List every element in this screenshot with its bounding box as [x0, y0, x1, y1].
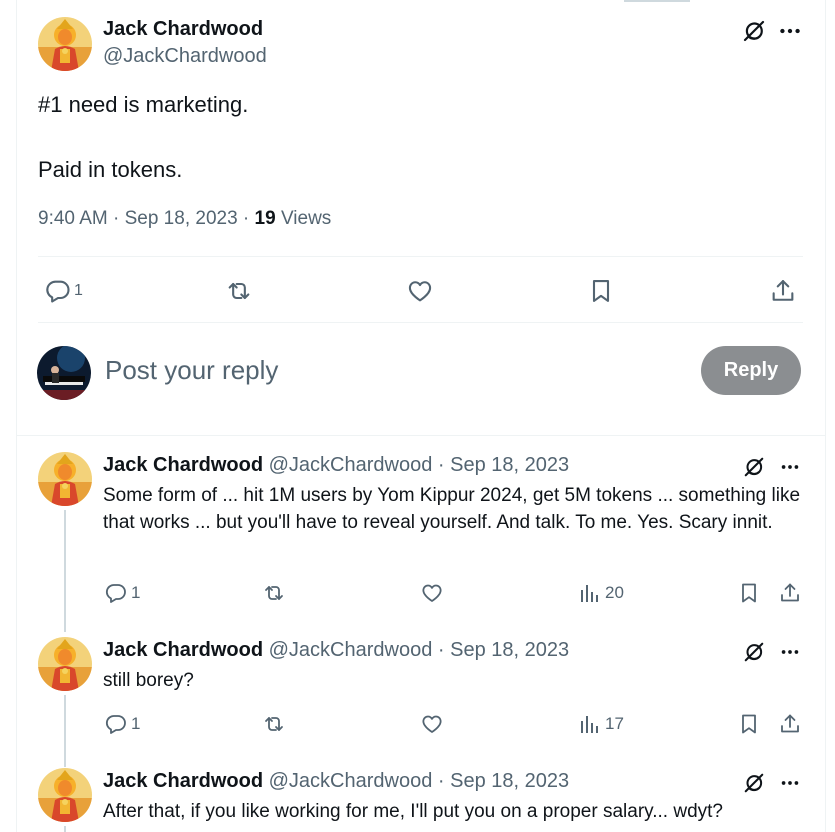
reply-header: Jack Chardwood @JackChardwood · Sep 18, … — [103, 770, 569, 793]
reply-button[interactable]: 1 — [104, 711, 140, 737]
reply-date[interactable]: · Sep 18, 2023 — [438, 770, 569, 792]
bookmark-button[interactable] — [737, 580, 761, 606]
author-avatar[interactable] — [38, 768, 92, 822]
reply-submit-button[interactable]: Reply — [701, 346, 801, 395]
retweet-button[interactable] — [262, 711, 286, 737]
more-icon[interactable] — [778, 456, 802, 478]
reply-count: 1 — [131, 583, 141, 602]
author-avatar[interactable] — [38, 637, 92, 691]
bookmark-button[interactable] — [737, 711, 761, 737]
share-button[interactable] — [769, 276, 797, 306]
thread-line — [64, 695, 66, 767]
like-button[interactable] — [420, 711, 444, 737]
tweet-time[interactable]: 9:40 AM · Sep 18, 2023 · — [38, 208, 255, 229]
divider — [38, 322, 803, 323]
views-count: 19 — [254, 208, 276, 229]
grok-icon[interactable] — [743, 772, 765, 794]
grok-icon[interactable] — [742, 19, 766, 43]
views-icon — [578, 712, 602, 736]
reply-icon — [104, 581, 128, 605]
retweet-button[interactable] — [225, 276, 253, 306]
views-button[interactable]: 20 — [578, 580, 624, 606]
more-icon[interactable] — [776, 18, 804, 44]
reply-date[interactable]: · Sep 18, 2023 — [438, 454, 569, 476]
views-label: Views — [275, 208, 332, 229]
views-count: 20 — [605, 583, 624, 602]
reply-text: Some form of ... hit 1M users by Yom Kip… — [103, 485, 801, 533]
author-avatar[interactable] — [38, 17, 92, 71]
author-name[interactable]: Jack Chardwood — [103, 639, 263, 661]
reply-tweet[interactable]: Jack Chardwood @JackChardwood · Sep 18, … — [16, 768, 826, 832]
bookmark-button[interactable] — [587, 276, 615, 306]
reply-text: After that, if you like working for me, … — [103, 801, 723, 822]
author-avatar[interactable] — [38, 452, 92, 506]
bookmark-icon — [587, 277, 615, 305]
share-icon — [778, 581, 802, 605]
tweet-timestamp: 9:40 AM · Sep 18, 2023 · 19 Views — [38, 208, 331, 230]
retweet-button[interactable] — [262, 580, 286, 606]
reply-icon — [104, 712, 128, 736]
bookmark-icon — [737, 581, 761, 605]
thread-line — [64, 510, 66, 632]
reply-button[interactable]: 1 — [104, 580, 140, 606]
like-button[interactable] — [420, 580, 444, 606]
divider — [38, 256, 803, 257]
author-handle[interactable]: @JackChardwood — [269, 454, 433, 476]
retweet-icon — [262, 581, 286, 605]
grok-icon[interactable] — [743, 456, 765, 478]
main-tweet: Jack Chardwood @JackChardwood #1 need is… — [16, 0, 826, 436]
reply-input[interactable]: Post your reply — [105, 355, 278, 386]
reply-header: Jack Chardwood @JackChardwood · Sep 18, … — [103, 639, 569, 662]
share-button[interactable] — [778, 580, 802, 606]
share-button[interactable] — [778, 711, 802, 737]
author-name[interactable]: Jack Chardwood — [103, 18, 263, 41]
reply-date[interactable]: · Sep 18, 2023 — [438, 639, 569, 661]
reply-icon — [44, 277, 72, 305]
reply-tweet[interactable]: Jack Chardwood @JackChardwood · Sep 18, … — [16, 637, 826, 767]
views-icon — [578, 581, 602, 605]
grok-icon[interactable] — [743, 641, 765, 663]
views-count: 17 — [605, 714, 624, 733]
retweet-icon — [225, 277, 253, 305]
more-icon[interactable] — [778, 641, 802, 663]
like-button[interactable] — [406, 276, 434, 306]
author-name[interactable]: Jack Chardwood — [103, 770, 263, 792]
reply-button[interactable]: 1 — [44, 276, 83, 306]
author-handle[interactable]: @JackChardwood — [269, 770, 433, 792]
more-icon[interactable] — [778, 772, 802, 794]
reply-header: Jack Chardwood @JackChardwood · Sep 18, … — [103, 454, 569, 477]
reply-text: still borey? — [103, 670, 194, 691]
like-icon — [420, 581, 444, 605]
share-icon — [778, 712, 802, 736]
author-handle[interactable]: @JackChardwood — [103, 45, 267, 68]
retweet-icon — [262, 712, 286, 736]
bookmark-icon — [737, 712, 761, 736]
author-name[interactable]: Jack Chardwood — [103, 454, 263, 476]
views-button[interactable]: 17 — [578, 711, 624, 737]
author-handle[interactable]: @JackChardwood — [269, 639, 433, 661]
like-icon — [420, 712, 444, 736]
tweet-text-line: #1 need is marketing. — [38, 92, 249, 117]
like-icon — [406, 277, 434, 305]
reply-count: 1 — [131, 714, 141, 733]
tweet-text-line: Paid in tokens. — [38, 157, 183, 182]
user-avatar[interactable] — [37, 346, 91, 400]
reply-count: 1 — [74, 282, 83, 299]
reply-tweet[interactable]: Jack Chardwood @JackChardwood · Sep 18, … — [16, 452, 826, 632]
share-icon — [769, 277, 797, 305]
thread-line — [64, 826, 66, 832]
